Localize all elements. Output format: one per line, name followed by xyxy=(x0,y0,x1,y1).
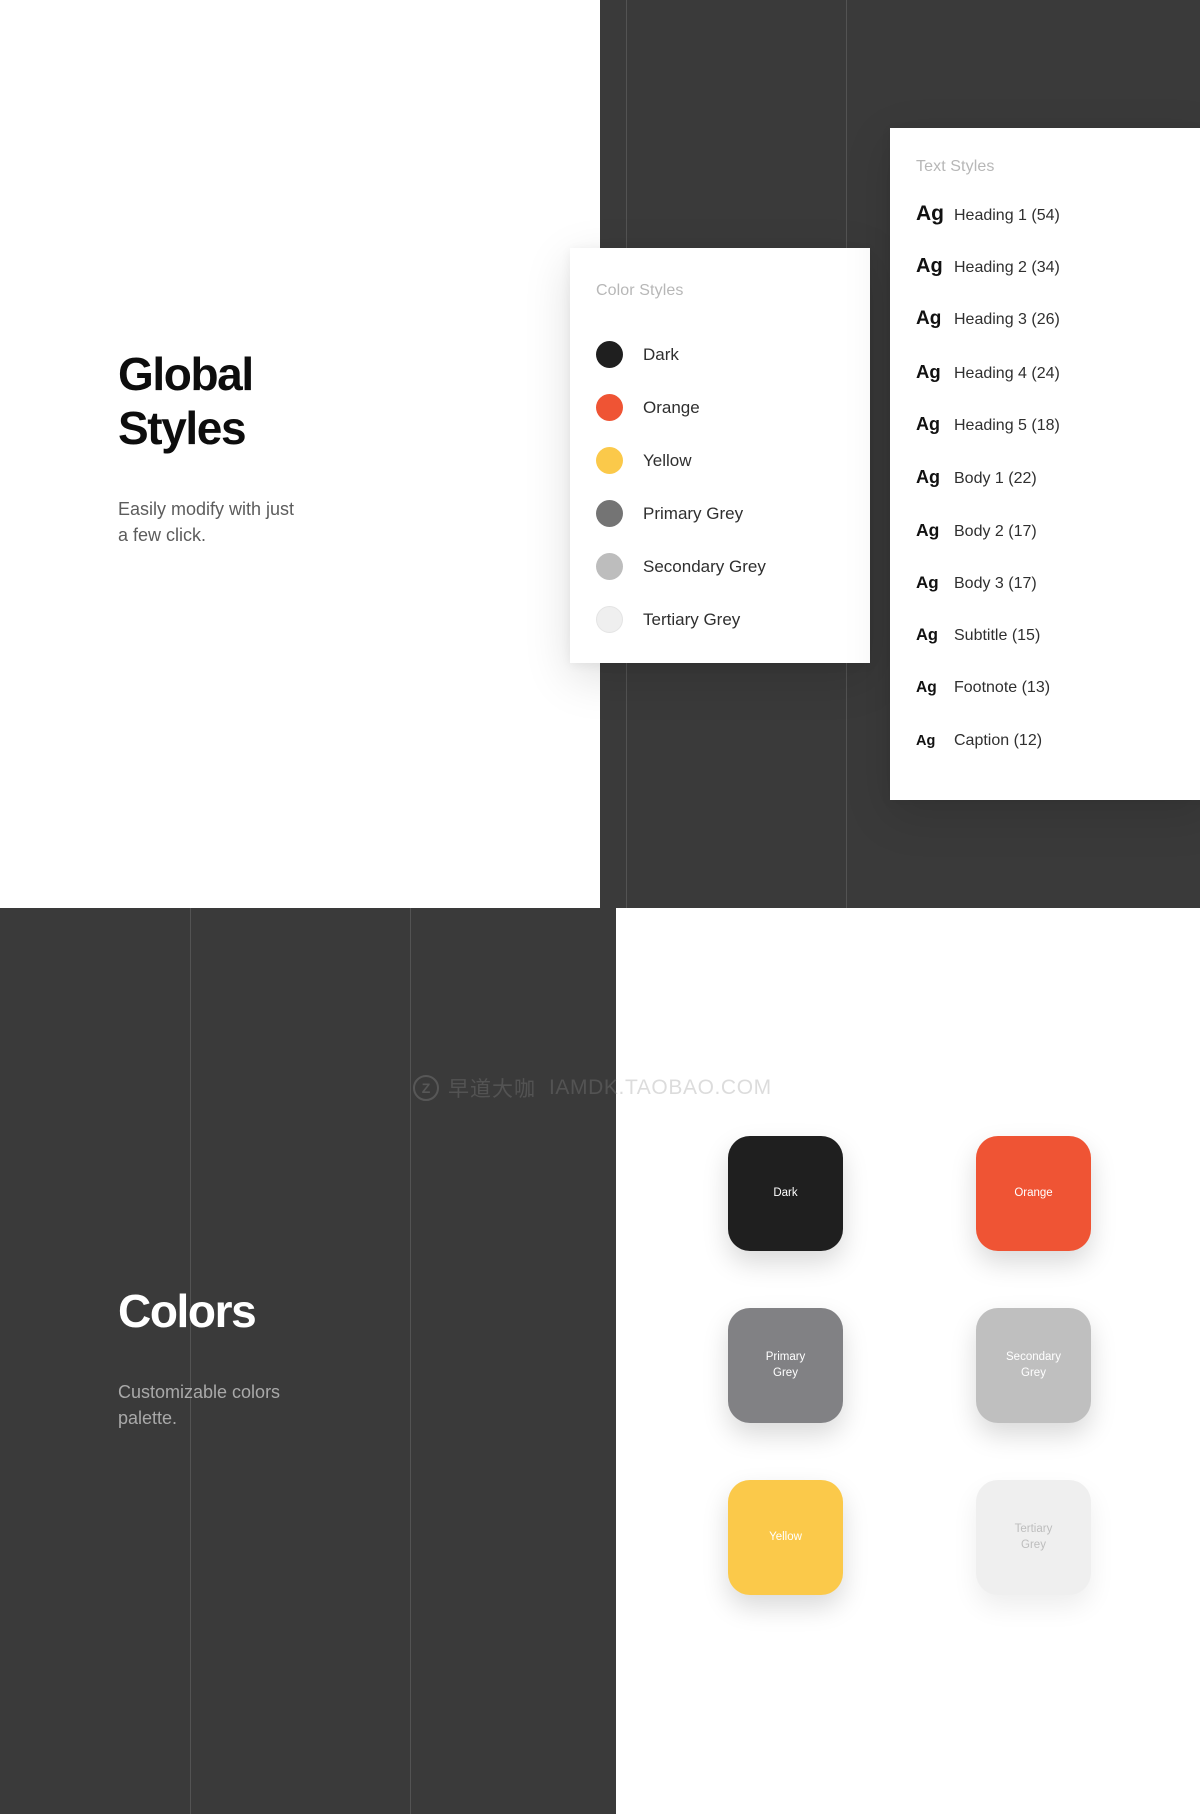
text-style-preview-glyph: Ag xyxy=(916,520,940,540)
color-style-row[interactable]: Secondary Grey xyxy=(596,540,870,593)
text-style-label: Heading 3 (26) xyxy=(954,311,1060,328)
text-style-label: Heading 2 (34) xyxy=(954,259,1060,276)
text-styles-title: Text Styles xyxy=(916,158,995,175)
text-style-row[interactable]: Ag Footnote (13) xyxy=(916,679,1200,732)
color-tile-row: Dark Orange xyxy=(728,1136,1098,1251)
text-style-preview-glyph: Ag xyxy=(916,573,939,592)
color-styles-panel: Color Styles Dark Orange Yellow Primary Gre… xyxy=(570,248,870,663)
color-style-label: Yellow xyxy=(643,450,692,470)
text-style-row[interactable]: Ag Heading 5 (18) xyxy=(916,414,1200,467)
text-style-row[interactable]: Ag Body 2 (17) xyxy=(916,520,1200,573)
text-style-row[interactable]: Ag Heading 2 (34) xyxy=(916,255,1200,308)
text-style-label: Body 2 (17) xyxy=(954,523,1037,540)
text-styles-panel: Text Styles Ag Heading 1 (54) Ag Heading 2 … xyxy=(890,128,1200,800)
text-style-preview-glyph: Ag xyxy=(916,361,941,382)
global-styles-showcase: Global Styles Easily modify with just a … xyxy=(0,0,1200,1814)
text-style-preview-glyph: Ag xyxy=(916,414,940,434)
colors-subtitle: Customizable colors palette. xyxy=(118,1381,281,1428)
color-style-label: Dark xyxy=(643,344,679,364)
color-tile[interactable]: Dark xyxy=(728,1136,843,1251)
text-style-row[interactable]: Ag Heading 1 (54) xyxy=(916,202,1200,255)
color-styles-list: Dark Orange Yellow Primary Grey Secondary Gr… xyxy=(596,328,870,646)
color-tile[interactable]: Primary Grey xyxy=(728,1308,843,1423)
text-style-preview-glyph: Ag xyxy=(916,202,944,225)
text-style-row[interactable]: Ag Heading 4 (24) xyxy=(916,361,1200,414)
color-style-row[interactable]: Dark xyxy=(596,328,870,381)
text-style-row[interactable]: Ag Subtitle (15) xyxy=(916,626,1200,679)
color-tile[interactable]: Tertiary Grey xyxy=(976,1480,1091,1595)
color-swatch-dot-icon xyxy=(596,606,623,633)
text-style-label: Body 3 (17) xyxy=(954,575,1037,592)
color-style-row[interactable]: Primary Grey xyxy=(596,487,870,540)
colors-intro: Colors Customizable colors palette. xyxy=(118,1285,518,1431)
text-style-label: Heading 1 (54) xyxy=(954,207,1060,224)
text-style-preview-glyph: Ag xyxy=(916,626,938,644)
text-style-label: Heading 5 (18) xyxy=(954,417,1060,434)
color-style-row[interactable]: Tertiary Grey xyxy=(596,593,870,646)
text-style-row[interactable]: Ag Body 3 (17) xyxy=(916,573,1200,626)
color-style-label: Tertiary Grey xyxy=(643,609,741,629)
text-style-label: Heading 4 (24) xyxy=(954,365,1060,382)
color-swatch-dot-icon xyxy=(596,447,623,474)
color-swatch-dot-icon xyxy=(596,341,623,368)
text-styles-list: Ag Heading 1 (54) Ag Heading 2 (34) Ag Headin… xyxy=(916,202,1200,785)
text-style-row[interactable]: Ag Caption (12) xyxy=(916,732,1200,785)
text-style-label: Subtitle (15) xyxy=(954,627,1041,644)
color-style-row[interactable]: Orange xyxy=(596,381,870,434)
text-style-row[interactable]: Ag Body 1 (22) xyxy=(916,467,1200,520)
color-style-label: Primary Grey xyxy=(643,503,744,523)
global-styles-intro: Global Styles Easily modify with just a … xyxy=(118,348,518,548)
color-tile-row: Primary Grey Secondary Grey xyxy=(728,1308,1098,1423)
color-swatch-dot-icon xyxy=(596,553,623,580)
colors-title: Colors xyxy=(118,1285,257,1337)
color-tile[interactable]: Orange xyxy=(976,1136,1091,1251)
text-style-preview-glyph: Ag xyxy=(916,255,943,277)
color-tile[interactable]: Yellow xyxy=(728,1480,843,1595)
color-style-row[interactable]: Yellow xyxy=(596,434,870,487)
text-style-label: Footnote (13) xyxy=(954,679,1051,696)
color-style-label: Secondary Grey xyxy=(643,556,766,576)
text-style-preview-glyph: Ag xyxy=(916,467,940,487)
text-style-label: Body 1 (22) xyxy=(954,470,1037,487)
text-style-label: Caption (12) xyxy=(954,732,1043,749)
color-tile[interactable]: Secondary Grey xyxy=(976,1308,1091,1423)
text-style-preview-glyph: Ag xyxy=(916,679,937,696)
page-subtitle: Easily modify with just a few click. xyxy=(118,498,295,545)
color-styles-title: Color Styles xyxy=(596,282,684,299)
color-tile-row: Yellow Tertiary Grey xyxy=(728,1480,1098,1595)
color-tile-grid: Dark Orange Primary Grey Secondary Grey Yell… xyxy=(728,1136,1098,1652)
color-swatch-dot-icon xyxy=(596,394,623,421)
color-style-label: Orange xyxy=(643,397,700,417)
color-swatch-dot-icon xyxy=(596,500,623,527)
page-title: Global Styles xyxy=(118,348,254,454)
text-style-preview-glyph: Ag xyxy=(916,308,942,329)
text-style-row[interactable]: Ag Heading 3 (26) xyxy=(916,308,1200,361)
text-style-preview-glyph: Ag xyxy=(916,733,936,749)
